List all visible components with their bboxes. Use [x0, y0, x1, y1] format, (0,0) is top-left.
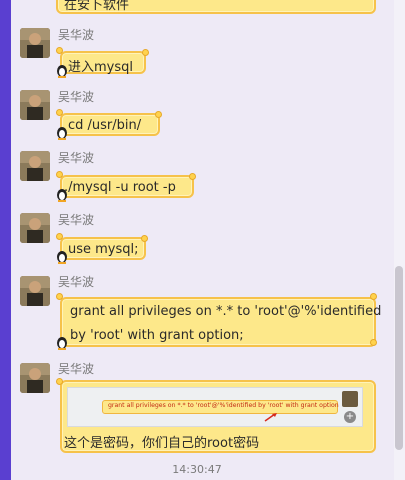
bubble-decoration — [56, 109, 63, 116]
message-bubble[interactable]: 进入mysql — [60, 51, 146, 75]
user-avatar-photo — [20, 90, 50, 120]
message-text-line-2: by 'root' with grant option; — [70, 328, 244, 343]
scrollbar-thumb[interactable] — [395, 266, 403, 450]
message-text: ./mysql -u root -p — [64, 180, 176, 195]
message-text-line-1: grant all privileges on *.* to 'root'@'%… — [70, 304, 382, 319]
message-bubble[interactable]: use mysql; — [60, 237, 146, 260]
penguin-mascot-icon — [57, 65, 67, 78]
avatar[interactable] — [20, 28, 50, 58]
message-text: use mysql; — [68, 242, 139, 257]
user-avatar-photo — [20, 28, 50, 58]
sender-name: 吴华波 — [58, 213, 95, 227]
user-avatar-photo — [20, 276, 50, 306]
penguin-mascot-icon — [57, 127, 67, 140]
bubble-decoration — [155, 111, 162, 118]
zoom-in-icon[interactable]: + — [344, 411, 356, 423]
bubble-decoration — [56, 171, 63, 178]
message-text: 在安卜软件 — [64, 0, 130, 13]
penguin-mascot-icon — [57, 337, 67, 350]
embedded-text: grant all privileges on *.* to 'root'@'%… — [108, 402, 339, 409]
sender-name: 吴华波 — [58, 90, 95, 104]
message-text: cd /usr/bin/ — [68, 118, 142, 133]
avatar[interactable] — [20, 90, 50, 120]
sender-name: 吴华波 — [58, 151, 95, 165]
bubble-decoration — [141, 235, 148, 242]
penguin-mascot-icon — [57, 189, 67, 202]
bubble-decoration — [370, 293, 377, 300]
bubble-decoration — [56, 293, 63, 300]
user-avatar-photo — [20, 151, 50, 181]
scrollbar-track[interactable] — [394, 0, 405, 480]
message-text: 这个是密码，你们自己的root密码 — [64, 436, 260, 451]
message-bubble[interactable]: grant all privileges on *.* to 'root'@'%… — [60, 380, 376, 453]
bubble-decoration — [142, 49, 149, 56]
message-bubble[interactable]: cd /usr/bin/ — [60, 113, 160, 136]
avatar[interactable] — [20, 276, 50, 306]
message-bubble[interactable]: grant all privileges on *.* to 'root'@'%… — [60, 297, 381, 347]
red-arrow-icon — [264, 413, 277, 422]
bubble-decoration — [56, 47, 63, 54]
message-timestamp: 14:30:47 — [172, 463, 222, 476]
avatar[interactable] — [20, 363, 50, 393]
sender-name: 吴华波 — [58, 362, 95, 376]
message-bubble[interactable]: ./mysql -u root -p — [60, 175, 194, 198]
avatar — [342, 391, 358, 407]
user-avatar-photo — [20, 213, 50, 243]
bubble-decoration — [56, 378, 63, 385]
user-avatar-photo — [20, 363, 50, 393]
bubble-decoration — [56, 233, 63, 240]
sender-name: 吴华波 — [58, 275, 95, 289]
bubble-decoration — [189, 173, 196, 180]
chat-messages[interactable]: 在安卜软件 吴华波 进入mysql 吴华波 cd /usr/bin/ 吴华波 .… — [0, 0, 394, 480]
avatar[interactable] — [20, 213, 50, 243]
message-text: 进入mysql — [68, 60, 133, 75]
sender-name: 吴华波 — [58, 28, 95, 42]
embedded-screenshot-image[interactable]: grant all privileges on *.* to 'root'@'%… — [67, 387, 363, 427]
message-bubble[interactable]: 在安卜软件 — [56, 0, 376, 14]
embedded-bubble: grant all privileges on *.* to 'root'@'%… — [102, 400, 339, 414]
bubble-decoration — [370, 339, 377, 346]
penguin-mascot-icon — [57, 251, 67, 264]
avatar[interactable] — [20, 151, 50, 181]
